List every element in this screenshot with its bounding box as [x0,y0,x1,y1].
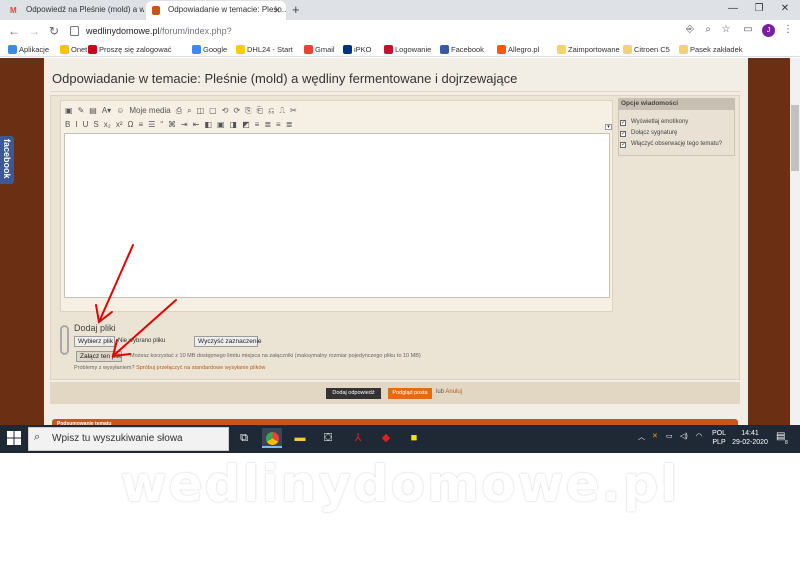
taskbar-search-placeholder: Wpisz tu wyszukiwanie słowa [52,433,183,444]
notification-count: 8 [785,440,788,446]
windows-start-icon[interactable] [6,430,22,446]
language-indicator[interactable]: POL PLP [712,429,726,447]
language-top: POL [712,430,727,437]
task-view-icon[interactable]: ⧉ [234,428,254,448]
tray-chevron-icon[interactable]: ︿ [638,432,645,442]
chrome-icon[interactable] [262,428,282,448]
volume-icon[interactable]: ◁) [680,432,688,440]
tray-app-icon[interactable]: ✕ [652,432,658,440]
arrow-to-choose-file [98,244,134,323]
network-icon[interactable]: ▭ [666,432,673,440]
watermark: wedlinydomowe.pl [120,455,680,513]
file-explorer-icon[interactable]: ▬ [290,428,310,448]
store-icon[interactable]: ⛋ [318,428,338,448]
clock-time: 14:41 [741,430,759,437]
pdf-reader-icon[interactable]: ◆ [376,428,396,448]
clock[interactable]: 14:41 29-02-2020 [730,429,770,447]
acrobat-icon[interactable]: ⅄ [348,428,368,448]
arrow-head-1 [95,304,113,324]
sticky-notes-icon[interactable]: ■ [404,428,424,448]
wifi-icon[interactable]: ◠ [696,432,702,440]
search-icon: ⌕ [34,431,41,443]
clock-date: 29-02-2020 [732,439,768,446]
arrow-to-attach-file [112,299,177,357]
language-bottom: PLP [712,439,726,446]
